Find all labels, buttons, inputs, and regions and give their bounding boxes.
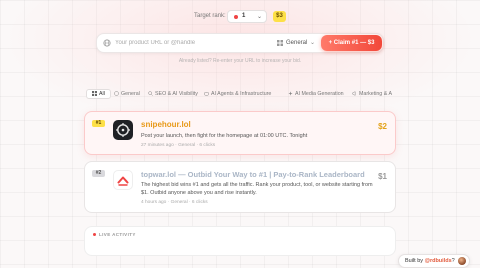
crosshair-logo-icon xyxy=(113,120,133,140)
avatar xyxy=(458,257,466,265)
globe-icon xyxy=(114,90,119,96)
url-input[interactable] xyxy=(115,37,265,49)
listing-title[interactable]: snipehour.lol xyxy=(141,120,191,129)
builder-handle[interactable]: @rdbuilds xyxy=(425,258,452,264)
megaphone-icon xyxy=(352,90,356,96)
target-rank-controls: Target rank: 1 ⌄ $3 xyxy=(0,10,480,24)
tab-label: AI Agents & Infrastructure xyxy=(211,91,272,97)
tab-label: General xyxy=(121,91,140,97)
category-label: General xyxy=(286,40,308,46)
chevron-down-icon: ⌄ xyxy=(256,14,262,20)
tab-label: AI Media Generation xyxy=(295,91,344,97)
rank-badge: #2 xyxy=(92,170,105,177)
listing-description: The highest bid wins #1 and gets all the… xyxy=(141,182,373,196)
listing-meta: 4 hours ago · General · 6 clicks xyxy=(141,200,208,205)
live-activity-label: LIVE ACTIVITY xyxy=(99,232,136,237)
sparkle-icon xyxy=(288,90,293,96)
rank-badge: #1 xyxy=(92,120,105,127)
chevron-down-icon: ⌄ xyxy=(310,40,316,46)
built-by-prefix: Built by xyxy=(405,258,425,264)
bot-icon xyxy=(204,91,209,95)
price-badge: $3 xyxy=(273,11,286,22)
listing-price: $2 xyxy=(378,122,387,131)
live-dot-icon xyxy=(93,233,96,236)
rank-dot-icon xyxy=(234,15,238,19)
rank-value: 1 xyxy=(242,13,246,19)
listing-title[interactable]: topwar.lol — Outbid Your Way to #1 | Pay… xyxy=(141,170,365,179)
category-tabs: All General SEO & AI Visibility AI Agent… xyxy=(86,89,396,99)
search-icon xyxy=(148,90,153,96)
submit-bar: General ⌄ + Claim #1 — $3 xyxy=(96,33,384,53)
listing-meta: 27 minutes ago · General · 6 clicks xyxy=(141,143,216,148)
live-activity-panel: LIVE ACTIVITY xyxy=(84,226,396,256)
built-by-suffix: ? xyxy=(451,258,455,264)
listing-card-1[interactable]: #1 snipehour.lol Post your launch, then … xyxy=(84,111,396,155)
tab-seo[interactable]: SEO & AI Visibility xyxy=(148,89,198,99)
tab-marketing[interactable]: Marketing & A xyxy=(352,89,392,99)
claim-button[interactable]: + Claim #1 — $3 xyxy=(321,35,382,51)
listing-description: Post your launch, then fight for the hom… xyxy=(141,133,308,139)
grid-icon xyxy=(277,40,283,46)
category-select[interactable]: General ⌄ xyxy=(277,38,317,49)
tab-label: SEO & AI Visibility xyxy=(155,91,198,97)
tab-general[interactable]: General xyxy=(114,89,140,99)
tab-ai-agents[interactable]: AI Agents & Infrastructure xyxy=(204,89,271,99)
chevron-up-logo-icon xyxy=(113,170,133,190)
listing-price: $1 xyxy=(378,172,387,181)
globe-icon xyxy=(103,39,111,47)
built-by-label: Built by @rdbuilds? xyxy=(405,258,455,264)
tab-label: Marketing & A xyxy=(359,91,392,97)
rank-select[interactable]: 1 ⌄ xyxy=(227,10,267,23)
built-by-pill[interactable]: Built by @rdbuilds? xyxy=(398,254,470,268)
tab-ai-media[interactable]: AI Media Generation xyxy=(288,89,344,99)
tab-all[interactable]: All xyxy=(86,89,111,99)
tab-label: All xyxy=(99,91,105,97)
listing-card-2[interactable]: #2 topwar.lol — Outbid Your Way to #1 | … xyxy=(84,161,396,213)
grid-icon xyxy=(92,90,97,96)
target-rank-label: Target rank: xyxy=(194,13,226,19)
helper-text: Already listed? Re-enter your URL to inc… xyxy=(178,58,302,64)
